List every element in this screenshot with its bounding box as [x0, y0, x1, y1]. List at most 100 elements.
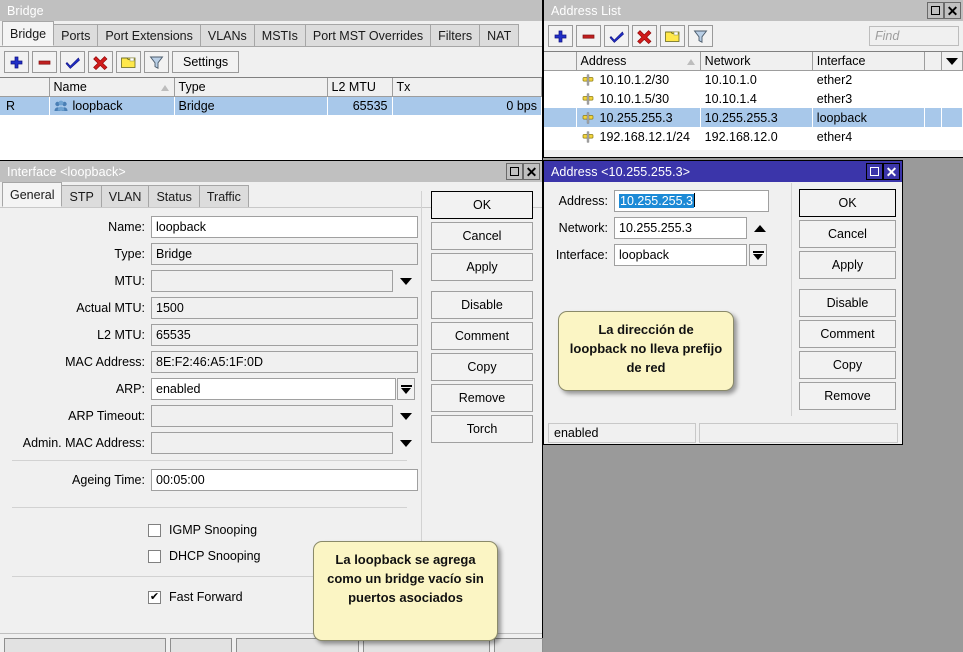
col-network[interactable]: Network — [700, 52, 812, 70]
close-icon[interactable]: ✕ — [883, 163, 900, 180]
admin-mac-dropdown-arrow[interactable] — [397, 432, 415, 454]
admin-mac-input[interactable] — [151, 432, 393, 454]
igmp-snooping-row[interactable]: IGMP Snooping — [148, 520, 542, 540]
col-l2mtu[interactable]: L2 MTU — [327, 78, 392, 96]
address-dialog: Address <10.255.255.3> ✕ Address: 10.255… — [543, 160, 903, 445]
network-collapse-arrow[interactable] — [751, 217, 769, 239]
tab-vlan[interactable]: VLAN — [101, 185, 150, 207]
copy-button[interactable]: Copy — [799, 351, 896, 379]
cancel-button[interactable]: Cancel — [431, 222, 533, 250]
col-flags[interactable] — [544, 52, 576, 70]
ok-button[interactable]: OK — [431, 191, 533, 219]
col-spacer — [924, 52, 941, 70]
remove-icon — [581, 29, 596, 44]
tab-ports[interactable]: Ports — [53, 24, 98, 46]
tab-mstis[interactable]: MSTIs — [254, 24, 306, 46]
tab-general[interactable]: General — [2, 182, 62, 207]
table-row[interactable]: 10.255.255.310.255.255.3loopback — [544, 108, 963, 127]
tab-bridge[interactable]: Bridge — [2, 21, 54, 46]
remove-button[interactable]: Remove — [799, 382, 896, 410]
tab-port-extensions[interactable]: Port Extensions — [97, 24, 201, 46]
tab-port-mst-overrides[interactable]: Port MST Overrides — [305, 24, 431, 46]
dock-item[interactable] — [170, 638, 232, 652]
dropdown-icon — [401, 385, 412, 394]
igmp-snooping-checkbox[interactable] — [148, 524, 161, 537]
enable-button[interactable] — [604, 25, 629, 47]
comment-button[interactable] — [660, 25, 685, 47]
add-button[interactable] — [4, 51, 29, 73]
fast-forward-checkbox[interactable]: ✔ — [148, 591, 161, 604]
row-interface: ether2 — [812, 70, 924, 89]
address-list-titlebar[interactable]: Address List ✕ — [544, 0, 963, 21]
address-dialog-separator — [791, 183, 792, 416]
cancel-button[interactable]: Cancel — [799, 220, 896, 248]
tab-vlans[interactable]: VLANs — [200, 24, 255, 46]
address-input[interactable]: 10.255.255.3 — [614, 190, 769, 212]
col-address[interactable]: Address — [576, 52, 700, 70]
comment-button[interactable]: Comment — [431, 322, 533, 350]
col-name[interactable]: Name — [49, 78, 174, 96]
ok-button[interactable]: OK — [799, 189, 896, 217]
comment-button[interactable] — [116, 51, 141, 73]
torch-button[interactable]: Torch — [431, 415, 533, 443]
arp-input[interactable]: enabled — [151, 378, 396, 400]
interface-input[interactable]: loopback — [614, 244, 747, 266]
network-input[interactable]: 10.255.255.3 — [614, 217, 747, 239]
col-type[interactable]: Type — [174, 78, 327, 96]
bridge-titlebar[interactable]: Bridge — [0, 0, 542, 21]
dhcp-snooping-checkbox[interactable] — [148, 550, 161, 563]
col-flags[interactable] — [0, 78, 49, 96]
col-menu[interactable] — [941, 52, 962, 70]
field-interface-label: Interface: — [544, 248, 614, 262]
table-row[interactable]: 10.10.1.2/3010.10.1.0ether2 — [544, 70, 963, 89]
address-dialog-titlebar[interactable]: Address <10.255.255.3> ✕ — [544, 161, 902, 182]
disable-button[interactable]: Disable — [799, 289, 896, 317]
restore-icon[interactable] — [927, 2, 944, 19]
interface-dialog-titlebar[interactable]: Interface <loopback> ✕ — [0, 161, 542, 182]
table-row[interactable]: 192.168.12.1/24192.168.12.0ether4 — [544, 127, 963, 146]
filter-button[interactable] — [144, 51, 169, 73]
add-button[interactable] — [548, 25, 573, 47]
remove-button[interactable] — [576, 25, 601, 47]
close-icon[interactable]: ✕ — [523, 163, 540, 180]
status-right — [699, 423, 898, 443]
table-row[interactable]: 10.10.1.5/3010.10.1.4ether3 — [544, 89, 963, 108]
field-ageing-row: Ageing Time: 00:05:00 — [0, 469, 542, 491]
arp-dropdown-button[interactable] — [397, 378, 415, 400]
col-interface[interactable]: Interface — [812, 52, 924, 70]
tab-stp[interactable]: STP — [61, 185, 101, 207]
enable-button[interactable] — [60, 51, 85, 73]
close-icon[interactable]: ✕ — [944, 2, 961, 19]
arp-timeout-input[interactable] — [151, 405, 393, 427]
name-input[interactable]: loopback — [151, 216, 418, 238]
remove-button[interactable] — [32, 51, 57, 73]
arp-timeout-dropdown-arrow[interactable] — [397, 405, 415, 427]
apply-button[interactable]: Apply — [431, 253, 533, 281]
restore-icon[interactable] — [866, 163, 883, 180]
col-tx[interactable]: Tx — [392, 78, 542, 96]
restore-icon[interactable] — [506, 163, 523, 180]
disable-button[interactable] — [88, 51, 113, 73]
field-arp-timeout-label: ARP Timeout: — [0, 409, 151, 423]
ageing-time-input[interactable]: 00:05:00 — [151, 469, 418, 491]
apply-button[interactable]: Apply — [799, 251, 896, 279]
comment-button[interactable]: Comment — [799, 320, 896, 348]
table-row[interactable]: R loopba — [0, 96, 542, 115]
row-flag: R — [0, 96, 49, 115]
disable-button[interactable] — [632, 25, 657, 47]
tab-status[interactable]: Status — [148, 185, 199, 207]
copy-button[interactable]: Copy — [431, 353, 533, 381]
tab-filters[interactable]: Filters — [430, 24, 480, 46]
mtu-dropdown-arrow[interactable] — [397, 270, 415, 292]
disable-button[interactable]: Disable — [431, 291, 533, 319]
tab-nat[interactable]: NAT — [479, 24, 519, 46]
find-input[interactable]: Find — [869, 26, 959, 46]
remove-button[interactable]: Remove — [431, 384, 533, 412]
dock-item[interactable] — [4, 638, 166, 652]
interface-dropdown-button[interactable] — [749, 244, 767, 266]
mtu-input[interactable] — [151, 270, 393, 292]
dock-item[interactable] — [494, 638, 543, 652]
filter-button[interactable] — [688, 25, 713, 47]
settings-button[interactable]: Settings — [172, 51, 239, 73]
tab-traffic[interactable]: Traffic — [199, 185, 249, 207]
